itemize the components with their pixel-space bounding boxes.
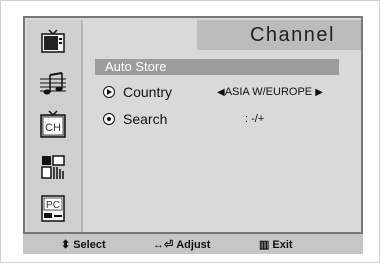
country-value[interactable]: ◀ASIA W/EUROPE ▶ bbox=[217, 86, 323, 98]
hint-exit: ▥ Exit bbox=[259, 239, 293, 251]
up-down-arrow-icon: ⬍ bbox=[61, 239, 71, 251]
channel-tv-icon: CH bbox=[40, 110, 66, 138]
tab-sound[interactable] bbox=[39, 70, 67, 98]
tv-picture-icon bbox=[41, 29, 65, 53]
menu-title: Channel bbox=[249, 24, 335, 46]
setup-grid-icon bbox=[41, 155, 65, 179]
menu-item-country[interactable]: Country ◀ASIA W/EUROPE ▶ bbox=[95, 82, 355, 102]
arrow-left-icon[interactable]: ◀ bbox=[217, 87, 225, 98]
screen-frame: CH PC Channel Auto Store Country ◀ASIA W… bbox=[0, 0, 380, 263]
tab-channel-label: CH bbox=[45, 122, 61, 134]
menu-item-country-label: Country bbox=[123, 84, 173, 100]
tab-pc-label: PC bbox=[46, 200, 60, 211]
hint-select: ⬍ Select bbox=[61, 239, 106, 251]
tab-pc[interactable]: PC bbox=[39, 194, 67, 222]
menu-title-bar: Channel bbox=[197, 20, 361, 50]
menu-item-search-label: Search bbox=[123, 111, 168, 127]
menu-item-auto-store-label: Auto Store bbox=[105, 59, 167, 74]
search-value: : -/+ bbox=[245, 113, 265, 125]
tab-setup[interactable] bbox=[39, 153, 67, 181]
menu-exit-icon: ▥ bbox=[259, 239, 270, 251]
dot-bullet-icon bbox=[103, 113, 115, 125]
music-note-icon bbox=[40, 72, 66, 95]
menu-item-auto-store[interactable]: Auto Store bbox=[95, 59, 339, 75]
tab-picture[interactable] bbox=[39, 28, 67, 56]
play-bullet-icon bbox=[103, 86, 115, 98]
menu-hint-bar: ⬍ Select ↔⏎ Adjust ▥ Exit bbox=[23, 234, 363, 254]
tab-channel[interactable]: CH bbox=[39, 110, 67, 138]
hint-adjust: ↔⏎ Adjust bbox=[153, 239, 211, 251]
menu-sidebar: CH PC bbox=[27, 20, 83, 232]
arrow-right-icon[interactable]: ▶ bbox=[315, 87, 323, 98]
osd-menu-panel: CH PC Channel Auto Store Country ◀ASIA W… bbox=[23, 16, 363, 234]
menu-item-search[interactable]: Search : -/+ bbox=[95, 109, 355, 129]
left-right-enter-icon: ↔⏎ bbox=[153, 239, 174, 251]
pc-monitor-icon: PC bbox=[41, 195, 65, 222]
